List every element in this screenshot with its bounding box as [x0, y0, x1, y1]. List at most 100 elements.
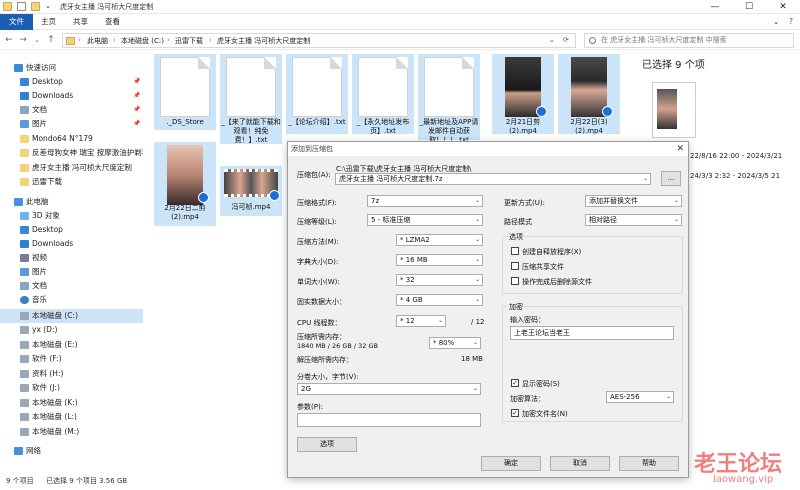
show-password-checkbox[interactable]: ✓	[511, 379, 519, 387]
nav-3d-objects[interactable]: 3D 对象	[0, 209, 143, 223]
file-item[interactable]: 2月22日二剪(2).mp4	[154, 142, 216, 226]
star-icon	[14, 64, 23, 72]
drive-icon	[20, 428, 29, 436]
tab-home[interactable]: 主页	[32, 14, 65, 30]
method-combo[interactable]: * LZMA2 ⌄	[396, 234, 483, 246]
options-button[interactable]: 选项	[297, 437, 357, 452]
nav-recent-item[interactable]: 反差母狗女神 瑞宝 按摩激油护剃毛	[0, 146, 143, 160]
encryption-method-combo[interactable]: AES-256 ⌄	[606, 391, 674, 403]
nav-pinned-documents[interactable]: 文档 📌	[0, 103, 143, 117]
breadcrumb-drive-c[interactable]: 本地磁盘 (C:)	[121, 36, 164, 46]
back-button[interactable]: ←	[2, 33, 16, 47]
dialog-help-button[interactable]: 帮助	[619, 456, 679, 471]
new-folder-icon[interactable]	[31, 2, 40, 11]
breadcrumb-xunlei[interactable]: 迅雷下载	[175, 36, 203, 46]
password-input[interactable]: 上老王论坛当老王	[510, 326, 674, 340]
dictionary-combo[interactable]: * 16 MB ⌄	[396, 254, 483, 266]
nav-drive-h[interactable]: 资料 (H:)	[0, 367, 143, 381]
memory-usage-combo[interactable]: * 80% ⌄	[429, 337, 481, 349]
help-icon[interactable]: ?	[780, 14, 800, 30]
cancel-button[interactable]: 取消	[550, 456, 610, 471]
nav-drive-c[interactable]: 本地磁盘 (C:)	[0, 309, 143, 323]
pin-icon: 📌	[133, 120, 141, 127]
update-mode-combo[interactable]: 添加并替换文件 ⌄	[585, 195, 682, 207]
nav-drive-f[interactable]: 软件 (F:)	[0, 352, 143, 366]
close-button[interactable]: ✕	[766, 0, 800, 14]
nav-recent-item[interactable]: 虎牙女主播 冯可桢大尺度定制	[0, 161, 143, 175]
nav-downloads[interactable]: Downloads	[0, 237, 143, 251]
drive-icon	[20, 326, 29, 334]
file-item[interactable]: _最新地址及APP请发邮件自动获取！！！.txt	[418, 54, 480, 144]
nav-label: Downloads	[32, 91, 74, 100]
file-item[interactable]: 冯可桢.mp4	[220, 166, 282, 216]
folder-icon	[3, 2, 12, 11]
nav-pictures[interactable]: 图片	[0, 265, 143, 279]
ribbon-tabs: 文件 主页 共享 查看 ⌄ ?	[0, 14, 800, 30]
dialog-close-button[interactable]: ✕	[676, 142, 684, 156]
forward-button[interactable]: →	[16, 33, 30, 47]
nav-pinned-pictures[interactable]: 图片 📌	[0, 117, 143, 131]
nav-videos[interactable]: 视频	[0, 251, 143, 265]
path-mode-combo[interactable]: 相对路径 ⌄	[585, 214, 682, 226]
decompress-memory-label: 解压缩所需内存：	[297, 356, 353, 364]
nav-desktop[interactable]: Desktop	[0, 223, 143, 237]
search-input[interactable]: 在 虎牙女主播 冯可桢大尺度定制 中搜索	[584, 33, 794, 48]
up-button[interactable]: ↑	[44, 33, 58, 47]
minimize-button[interactable]: —	[698, 0, 732, 14]
nav-music[interactable]: 音乐	[0, 293, 143, 307]
archive-name-combo[interactable]: 虎牙女主播 冯可桢大尺度定制.7z ⌄	[335, 173, 651, 185]
cpu-threads-combo[interactable]: * 12 ⌄	[396, 315, 446, 327]
chevron-down-icon: ⌄	[673, 216, 679, 223]
file-item[interactable]: _【论坛介绍】.txt	[286, 54, 348, 134]
nav-drive-d[interactable]: yx (D:)	[0, 323, 143, 337]
pin-icon: 📌	[133, 106, 141, 113]
browse-button[interactable]: ...	[661, 171, 681, 186]
nav-drive-j[interactable]: 软件 (J:)	[0, 381, 143, 395]
address-bar[interactable]: › 此电脑 › 本地磁盘 (C:) › 迅雷下载 › 虎牙女主播 冯可桢大尺度定…	[62, 33, 576, 48]
split-size-combo[interactable]: 2G ⌄	[297, 383, 481, 395]
nav-this-pc[interactable]: 此电脑	[0, 195, 143, 209]
properties-icon[interactable]	[17, 2, 26, 11]
delete-source-checkbox[interactable]	[511, 277, 519, 285]
params-input[interactable]	[297, 413, 481, 427]
nav-documents[interactable]: 文档	[0, 279, 143, 293]
shared-files-checkbox[interactable]	[511, 262, 519, 270]
recent-locations-button[interactable]: ⌄	[30, 33, 44, 47]
tab-file[interactable]: 文件	[0, 14, 33, 30]
nav-drive-e[interactable]: 本地磁盘 (E:)	[0, 338, 143, 352]
maximize-button[interactable]: ☐	[732, 0, 766, 14]
nav-network[interactable]: 网络	[0, 444, 143, 458]
nav-drive-m[interactable]: 本地磁盘 (M:)	[0, 425, 143, 439]
nav-recent-item[interactable]: Mondo64 N°179	[0, 132, 143, 146]
breadcrumb-this-pc[interactable]: 此电脑	[87, 36, 108, 46]
tab-view[interactable]: 查看	[96, 14, 129, 30]
solid-size-value: * 4 GB	[400, 296, 423, 304]
file-item[interactable]: _【来了就能下载和观看！纯免费！】.txt	[220, 54, 282, 144]
address-dropdown-icon[interactable]: ⌄	[549, 36, 555, 44]
file-item[interactable]: 2月22日(3)(2).mp4	[558, 54, 620, 135]
ok-button[interactable]: 确定	[481, 456, 541, 471]
format-combo[interactable]: 7z ⌄	[367, 195, 483, 207]
sfx-checkbox[interactable]	[511, 247, 519, 255]
file-item[interactable]: _【永久地址发布页】.txt	[352, 54, 414, 135]
nav-quick-access[interactable]: 快速访问	[0, 61, 143, 75]
encrypt-names-checkbox[interactable]: ✓	[511, 409, 519, 417]
file-item[interactable]: ._DS_Store	[154, 54, 216, 130]
refresh-icon[interactable]: ⟳	[563, 36, 569, 44]
nav-drive-k[interactable]: 本地磁盘 (K:)	[0, 396, 143, 410]
nav-pinned-desktop[interactable]: Desktop 📌	[0, 75, 143, 89]
nav-drive-l[interactable]: 本地磁盘 (L:)	[0, 410, 143, 424]
level-combo[interactable]: 5 - 标准压缩 ⌄	[367, 214, 483, 226]
quick-access-dropdown-icon[interactable]: ⌄	[45, 2, 54, 11]
file-item[interactable]: 2月21日剪(2).mp4	[492, 54, 554, 135]
breadcrumb-current-folder[interactable]: 虎牙女主播 冯可桢大尺度定制	[217, 36, 310, 46]
tab-share[interactable]: 共享	[64, 14, 97, 30]
documents-icon	[20, 106, 29, 114]
solid-size-combo[interactable]: * 4 GB ⌄	[396, 294, 483, 306]
nav-label: 本地磁盘 (K:)	[32, 398, 78, 407]
nav-pinned-downloads[interactable]: Downloads 📌	[0, 89, 143, 103]
word-size-combo[interactable]: * 32 ⌄	[396, 274, 483, 286]
nav-recent-item[interactable]: 迅雷下载	[0, 175, 143, 189]
path-mode-label: 路径模式	[504, 218, 532, 226]
file-name: 2月22日二剪(2).mp4	[164, 204, 206, 221]
